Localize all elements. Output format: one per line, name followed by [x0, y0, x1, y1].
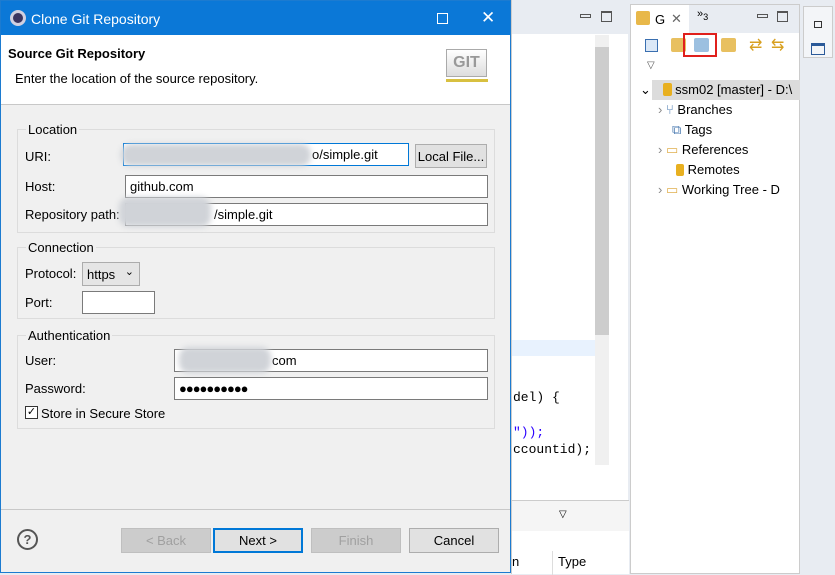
maximize-icon[interactable] [601, 11, 612, 22]
tree-row[interactable]: › ⑂ Branches [658, 100, 732, 120]
wizard-header: Source Git Repository Enter the location… [1, 35, 510, 105]
editor-area: del) { ")); ccountid); ▽ n Type [511, 0, 629, 575]
button-bar-separator [1, 509, 510, 510]
folder-icon: ▭ [665, 182, 679, 197]
protocol-select[interactable]: https ⌄ [82, 262, 140, 286]
repository-icon [662, 83, 672, 96]
clone-git-repository-dialog: Clone Git Repository ✕ Source Git Reposi… [0, 0, 511, 573]
next-button[interactable]: Next > [213, 528, 303, 553]
tree-row[interactable]: ⧉ Tags [672, 120, 712, 140]
git-icon [636, 11, 650, 25]
host-label: Host: [25, 179, 56, 194]
page-title: Source Git Repository [8, 46, 146, 61]
editor-scrollbar[interactable] [595, 35, 609, 465]
folder-icon: ▭ [665, 142, 679, 157]
protocol-label: Protocol: [25, 266, 77, 281]
password-input[interactable]: ●●●●●●●●●● [174, 377, 488, 400]
page-description: Enter the location of the source reposit… [15, 71, 259, 86]
cancel-button[interactable]: Cancel [409, 528, 499, 553]
user-label: User: [25, 353, 57, 368]
tree-row[interactable]: Remotes [676, 160, 740, 180]
title-bar: Clone Git Repository ✕ [1, 1, 510, 35]
git-view-minimize-icon[interactable] [757, 14, 768, 18]
close-icon[interactable]: ✕ [481, 8, 495, 28]
git-view-tab[interactable]: G ✕ [631, 5, 689, 33]
restore-icon[interactable] [814, 21, 822, 28]
back-button[interactable]: < Back [121, 528, 211, 553]
host-input[interactable]: github.com [125, 175, 488, 198]
minimized-stack [803, 6, 833, 58]
view-icon[interactable] [811, 43, 825, 55]
view-menu-icon[interactable]: ▽ [559, 509, 567, 520]
eclipse-icon [10, 10, 26, 26]
repository-path-label: Repository path: [25, 207, 120, 222]
finish-button[interactable]: Finish [311, 528, 401, 553]
tags-icon: ⧉ [672, 122, 682, 137]
sync-icon[interactable]: ⇆ [771, 35, 784, 55]
git-logo: GIT [446, 49, 487, 77]
port-input[interactable] [82, 291, 155, 314]
help-button[interactable]: ? [17, 529, 38, 550]
close-icon[interactable]: ✕ [671, 11, 682, 27]
view-menu-icon[interactable]: ▽ [647, 60, 655, 71]
chevron-right-icon[interactable]: › [658, 102, 662, 117]
store-secure-label[interactable]: Store in Secure Store [41, 406, 165, 421]
tree-row[interactable]: › ▭ References [658, 140, 748, 160]
toolbar-collapse-icon[interactable] [645, 39, 658, 52]
password-label: Password: [25, 381, 86, 396]
remotes-icon [676, 164, 684, 176]
column-header-prev[interactable]: n [512, 554, 519, 569]
branches-icon: ⑂ [665, 102, 674, 117]
link-with-editor-icon[interactable]: ⇄ [749, 35, 762, 55]
uri-label: URI: [25, 149, 51, 164]
chevron-right-icon[interactable]: › [658, 142, 662, 157]
git-view-maximize-icon[interactable] [777, 11, 788, 22]
bottom-panel: ▽ n Type [512, 500, 629, 575]
store-secure-checkbox[interactable]: ✓ [25, 406, 38, 419]
maximize-icon[interactable] [437, 13, 448, 24]
current-line-highlight [512, 340, 595, 356]
redacted-area [119, 197, 211, 227]
clone-repository-button[interactable] [683, 33, 717, 57]
tree-row[interactable]: › ▭ Working Tree - D [658, 180, 780, 200]
column-header-type[interactable]: Type [558, 554, 586, 569]
code-line: ccountid); [513, 442, 592, 457]
create-repository-icon[interactable] [721, 38, 736, 52]
clone-repository-icon [694, 38, 709, 52]
port-label: Port: [25, 295, 53, 310]
tree-row[interactable]: ⌄ ssm02 [master] - D:\ [640, 80, 792, 100]
chevron-down-icon[interactable]: ⌄ [640, 82, 651, 97]
code-line: ")); [513, 425, 545, 440]
overflow-tabs-button[interactable]: »3 [697, 8, 708, 22]
minimize-icon[interactable] [580, 14, 591, 18]
redacted-area [179, 347, 271, 373]
redacted-area [121, 144, 311, 166]
chevron-down-icon: ⌄ [124, 266, 134, 278]
local-file-button[interactable]: Local File... [415, 144, 487, 168]
code-line: del) { [513, 390, 560, 405]
chevron-right-icon[interactable]: › [658, 182, 662, 197]
